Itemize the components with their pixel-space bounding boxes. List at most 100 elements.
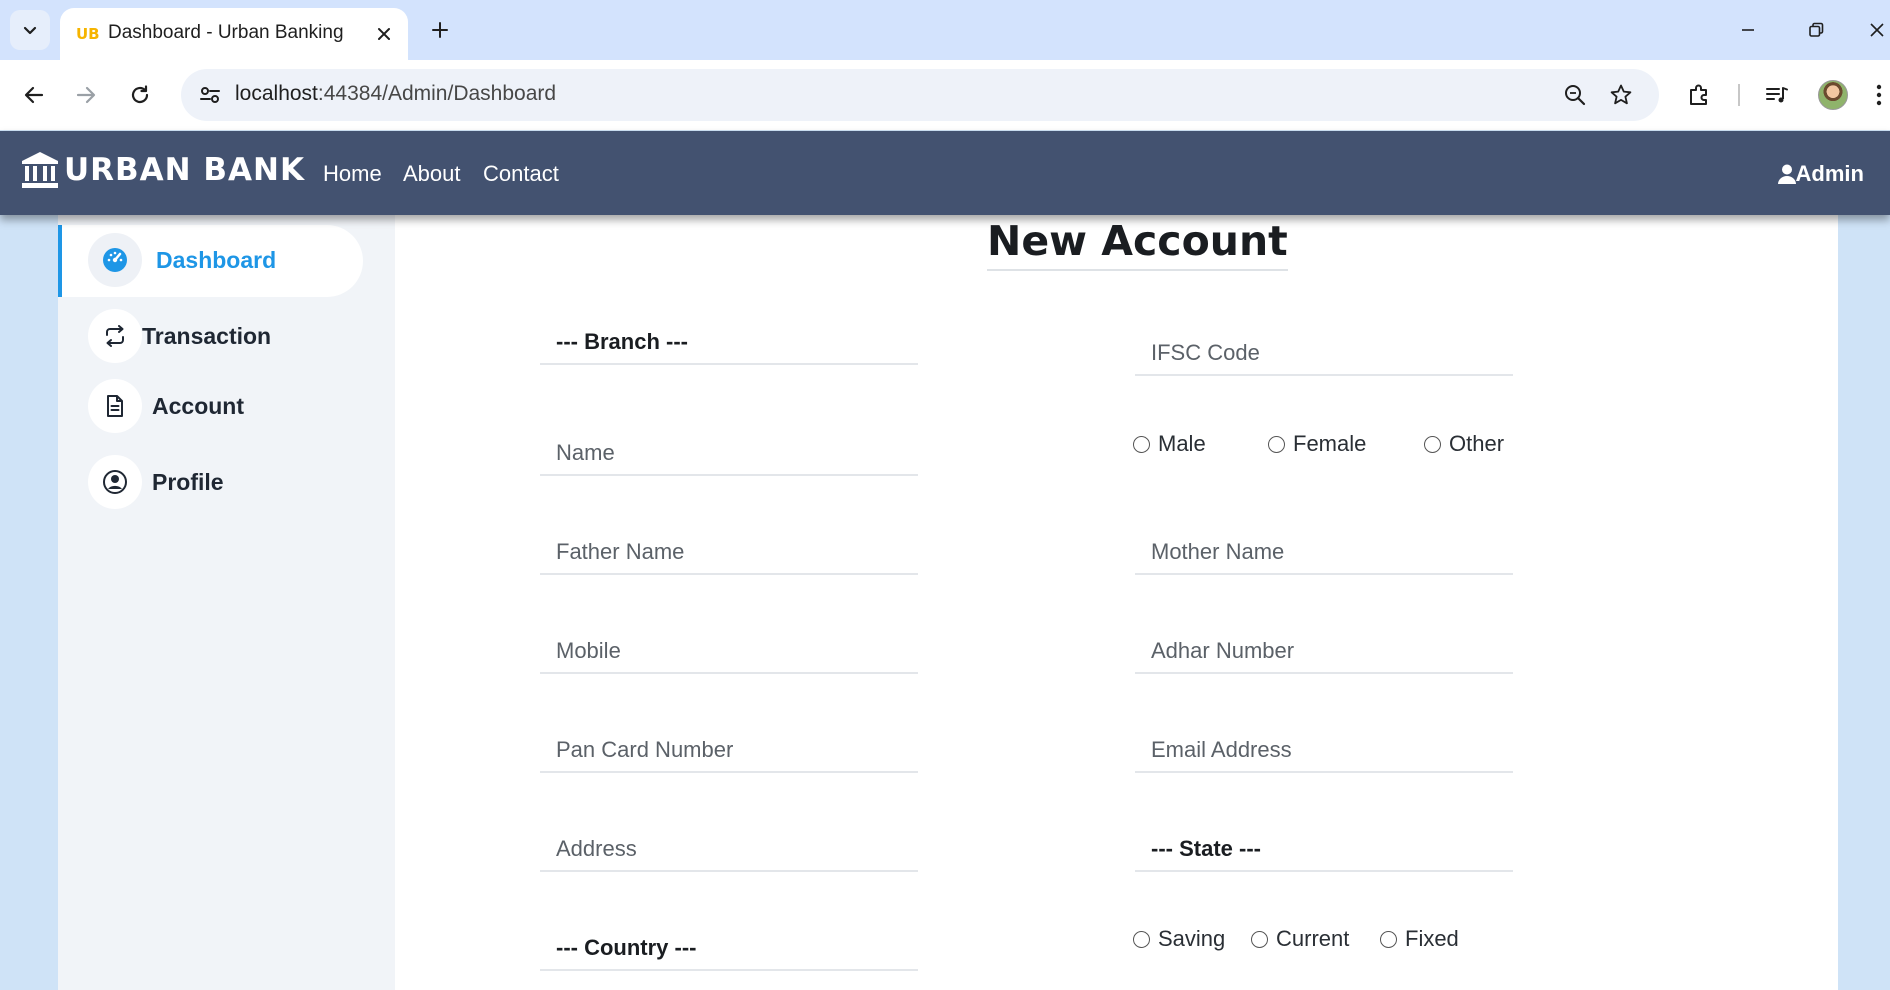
nav-link-contact[interactable]: Contact xyxy=(483,161,559,187)
back-button[interactable] xyxy=(14,75,54,115)
close-icon xyxy=(378,28,390,40)
account-type-radio-fixed[interactable]: Fixed xyxy=(1380,926,1459,952)
tab-close-button[interactable] xyxy=(370,20,398,48)
father-name-field[interactable]: Father Name xyxy=(540,523,918,575)
radio-label: Female xyxy=(1293,431,1367,456)
sidebar-item-label: Transaction xyxy=(142,323,272,349)
tab-title: Dashboard - Urban Banking xyxy=(108,22,344,43)
address-field[interactable]: Address xyxy=(540,820,918,872)
pan-card-field[interactable]: Pan Card Number xyxy=(540,721,918,773)
arrow-right-icon xyxy=(76,86,96,104)
toolbar-divider xyxy=(1738,84,1740,106)
radio-label: Male xyxy=(1158,431,1206,456)
urban-bank-favicon-icon: UB xyxy=(76,25,100,43)
browser-toolbar: localhost:44384/Admin/Dashboard xyxy=(0,60,1890,130)
sidebar-item-label: Profile xyxy=(152,469,224,495)
email-address-field[interactable]: Email Address xyxy=(1135,721,1513,773)
adhar-number-field[interactable]: Adhar Number xyxy=(1135,622,1513,674)
user-circle-icon xyxy=(88,455,142,509)
address-bar[interactable]: localhost:44384/Admin/Dashboard xyxy=(181,69,1659,121)
star-icon xyxy=(1610,84,1632,105)
chevron-down-icon xyxy=(23,26,37,35)
ifsc-code-field[interactable]: IFSC Code xyxy=(1135,324,1513,376)
close-icon xyxy=(1870,23,1884,37)
browser-tab-bar: UB Dashboard - Urban Banking xyxy=(0,0,1890,60)
radio-circle-icon xyxy=(1133,930,1150,948)
gender-radio-other[interactable]: Other xyxy=(1424,431,1504,457)
mobile-field[interactable]: Mobile xyxy=(540,622,918,674)
puzzle-icon xyxy=(1690,84,1707,105)
arrow-left-icon xyxy=(24,86,44,104)
zoom-icon xyxy=(1565,85,1586,106)
radio-label: Current xyxy=(1276,926,1350,951)
nav-link-home[interactable]: Home xyxy=(323,161,382,187)
media-controls-button[interactable] xyxy=(1759,77,1795,113)
sidebar-item-account[interactable]: Account xyxy=(58,371,363,443)
bank-icon xyxy=(22,152,58,188)
bookmark-button[interactable] xyxy=(1605,79,1637,111)
plus-icon xyxy=(432,22,448,38)
ifsc-code-placeholder: IFSC Code xyxy=(1151,340,1260,365)
browser-menu-button[interactable] xyxy=(1868,77,1890,113)
reload-button[interactable] xyxy=(120,75,160,115)
tune-icon xyxy=(200,87,220,103)
more-vertical-icon xyxy=(1876,84,1882,106)
mother-name-placeholder: Mother Name xyxy=(1151,539,1285,564)
father-name-placeholder: Father Name xyxy=(556,539,685,564)
zoom-button[interactable] xyxy=(1559,79,1591,111)
sidebar-item-profile[interactable]: Profile xyxy=(58,447,363,519)
branch-select[interactable]: --- Branch --- xyxy=(540,313,918,365)
adhar-number-placeholder: Adhar Number xyxy=(1151,638,1295,663)
restore-window-button[interactable] xyxy=(1796,12,1836,48)
account-type-radio-current[interactable]: Current xyxy=(1251,926,1349,952)
sidebar-item-dashboard[interactable]: Dashboard xyxy=(58,225,363,297)
brand-logo[interactable]: URBAN BANK xyxy=(20,150,305,190)
restore-icon xyxy=(1809,22,1824,37)
app-navbar: URBAN BANK Home About Contact Admin xyxy=(0,131,1890,215)
radio-label: Fixed xyxy=(1405,926,1459,951)
sidebar-item-label: Account xyxy=(152,393,244,419)
brand-name: URBAN BANK xyxy=(64,152,305,188)
sidebar-item-transaction[interactable]: Transaction xyxy=(58,301,363,373)
minimize-window-button[interactable] xyxy=(1728,12,1768,48)
branch-select-value: --- Branch --- xyxy=(556,329,688,354)
address-placeholder: Address xyxy=(556,836,637,861)
forward-button[interactable] xyxy=(66,75,106,115)
profile-avatar[interactable] xyxy=(1818,80,1848,110)
nav-link-about[interactable]: About xyxy=(403,161,461,187)
radio-label: Saving xyxy=(1158,926,1226,951)
minimize-icon xyxy=(1742,29,1754,31)
page-title: New Account xyxy=(987,215,1288,271)
account-type-radio-saving[interactable]: Saving xyxy=(1133,926,1225,952)
dashboard-gauge-icon xyxy=(88,233,142,287)
gender-radio-female[interactable]: Female xyxy=(1268,431,1366,457)
queue-music-icon xyxy=(1766,87,1788,103)
state-select[interactable]: --- State --- xyxy=(1135,820,1513,872)
tab-search-button[interactable] xyxy=(10,10,50,50)
admin-label: Admin xyxy=(1795,161,1864,186)
site-info-button[interactable] xyxy=(195,81,225,109)
country-select-value: --- Country --- xyxy=(556,935,697,960)
mother-name-field[interactable]: Mother Name xyxy=(1135,523,1513,575)
admin-user-menu[interactable]: Admin xyxy=(1777,161,1864,187)
radio-circle-icon xyxy=(1424,435,1441,453)
repeat-icon xyxy=(88,309,142,363)
radio-circle-icon xyxy=(1251,930,1268,948)
new-tab-button[interactable] xyxy=(424,14,456,46)
radio-circle-icon xyxy=(1133,435,1150,453)
country-select[interactable]: --- Country --- xyxy=(540,919,918,971)
gender-radio-male[interactable]: Male xyxy=(1133,431,1206,457)
user-icon xyxy=(1777,164,1796,184)
main-content: New Account --- Branch --- Name Father N… xyxy=(395,215,1838,990)
document-icon xyxy=(88,379,142,433)
extensions-button[interactable] xyxy=(1681,77,1717,113)
sidebar: Dashboard Transaction Account Profile xyxy=(58,215,395,990)
email-address-placeholder: Email Address xyxy=(1151,737,1292,762)
state-select-value: --- State --- xyxy=(1151,836,1261,861)
radio-circle-icon xyxy=(1268,435,1285,453)
name-field[interactable]: Name xyxy=(540,424,918,476)
close-window-button[interactable] xyxy=(1864,12,1890,48)
mobile-placeholder: Mobile xyxy=(556,638,621,663)
url-text: localhost:44384/Admin/Dashboard xyxy=(235,82,557,105)
browser-tab-active[interactable]: UB Dashboard - Urban Banking xyxy=(60,8,408,60)
